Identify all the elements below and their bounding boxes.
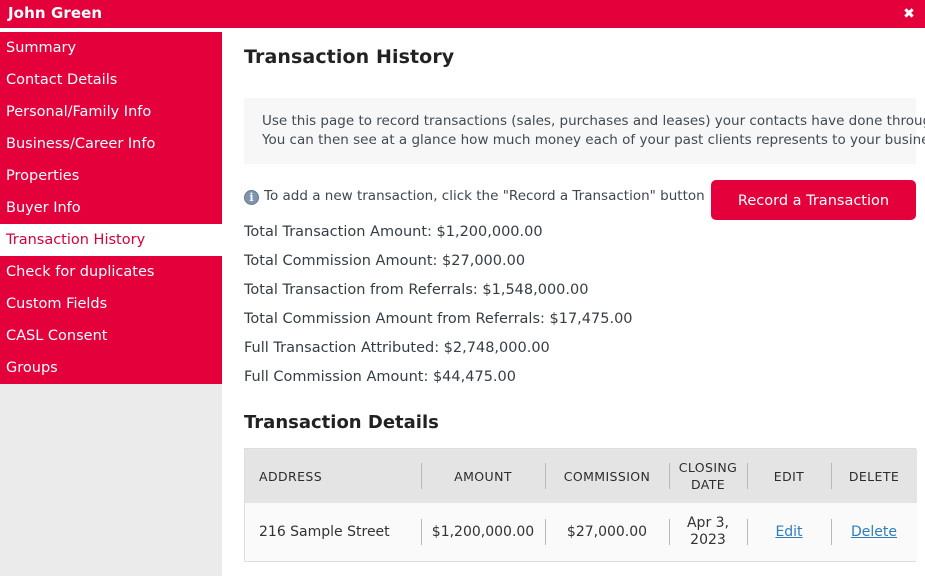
sidebar-item-transaction-history[interactable]: Transaction History — [0, 224, 222, 256]
column-divider — [831, 463, 832, 489]
total-transaction-amount: Total Transaction Amount: $1,200,000.00 — [244, 224, 543, 240]
cell-value: $1,200,000.00 — [431, 524, 535, 540]
sidebar-item-label: Buyer Info — [6, 200, 81, 216]
cell-value-line2: 2023 — [690, 532, 726, 548]
column-divider — [747, 463, 748, 489]
column-divider — [421, 519, 422, 545]
transaction-details-table-wrapper: ADDRESS AMOUNT COMMISSION CLOSING DATE E… — [244, 448, 917, 562]
transaction-details-title: Transaction Details — [244, 412, 439, 433]
sidebar-item-label: Properties — [6, 168, 80, 184]
column-header-label-line2: DATE — [690, 477, 726, 492]
full-commission-amount: Full Commission Amount: $44,475.00 — [244, 369, 516, 385]
cell-delete: Delete — [831, 503, 917, 561]
delete-link[interactable]: Delete — [851, 524, 897, 540]
table-body: 216 Sample Street $1,200,000.00 $27,000.… — [245, 503, 917, 561]
sidebar-item-label: Check for duplicates — [6, 264, 155, 280]
column-divider — [545, 519, 546, 545]
info-icon — [244, 190, 259, 205]
sidebar-item-summary[interactable]: Summary — [0, 32, 222, 64]
column-header-delete[interactable]: DELETE — [831, 449, 917, 503]
sidebar-item-label: Summary — [6, 40, 77, 56]
window-titlebar: John Green ✖ — [0, 0, 925, 28]
column-divider — [669, 519, 670, 545]
total-transaction-from-referrals: Total Transaction from Referrals: $1,548… — [244, 282, 589, 298]
totals-list: Total Transaction Amount: $1,200,000.00 … — [244, 218, 884, 392]
column-divider — [669, 463, 670, 489]
column-header-commission[interactable]: COMMISSION — [545, 449, 669, 503]
table-header-row: ADDRESS AMOUNT COMMISSION CLOSING DATE E… — [245, 449, 917, 503]
sidebar-item-groups[interactable]: Groups — [0, 352, 222, 384]
sidebar-item-business-career-info[interactable]: Business/Career Info — [0, 128, 222, 160]
column-header-label: EDIT — [773, 468, 805, 484]
total-commission-amount-from-referrals: Total Commission Amount from Referrals: … — [244, 311, 633, 327]
cell-commission: $27,000.00 — [545, 503, 669, 561]
edit-link[interactable]: Edit — [775, 524, 802, 540]
cell-address: 216 Sample Street — [245, 503, 421, 561]
column-divider — [831, 519, 832, 545]
column-header-label: AMOUNT — [454, 468, 512, 484]
hint-text: To add a new transaction, click the "Rec… — [264, 188, 705, 204]
table-header: ADDRESS AMOUNT COMMISSION CLOSING DATE E… — [245, 449, 917, 503]
sidebar-item-custom-fields[interactable]: Custom Fields — [0, 288, 222, 320]
close-icon[interactable]: ✖ — [899, 5, 919, 23]
table-row: 216 Sample Street $1,200,000.00 $27,000.… — [245, 503, 917, 561]
column-header-label: ADDRESS — [259, 468, 323, 484]
description-line-1: Use this page to record transactions (sa… — [262, 113, 925, 129]
cell-value: $27,000.00 — [566, 524, 648, 540]
sidebar-item-label: Groups — [6, 360, 58, 376]
cell-edit: Edit — [747, 503, 831, 561]
sidebar-nav: Summary Contact Details Personal/Family … — [0, 32, 222, 576]
column-header-label-line1: CLOSING — [678, 460, 738, 475]
column-header-edit[interactable]: EDIT — [747, 449, 831, 503]
sidebar-item-label: Personal/Family Info — [6, 104, 152, 120]
full-transaction-attributed: Full Transaction Attributed: $2,748,000.… — [244, 340, 550, 356]
description-panel: Use this page to record transactions (sa… — [244, 98, 925, 164]
sidebar-item-personal-family-info[interactable]: Personal/Family Info — [0, 96, 222, 128]
column-header-label: COMMISSION — [563, 468, 651, 484]
column-divider — [545, 463, 546, 489]
sidebar-item-check-for-duplicates[interactable]: Check for duplicates — [0, 256, 222, 288]
record-a-transaction-button[interactable]: Record a Transaction — [711, 180, 916, 220]
cell-value: 216 Sample Street — [259, 524, 390, 540]
column-divider — [421, 463, 422, 489]
column-header-amount[interactable]: AMOUNT — [421, 449, 545, 503]
sidebar-item-contact-details[interactable]: Contact Details — [0, 64, 222, 96]
sidebar-item-label: Contact Details — [6, 72, 118, 88]
cell-amount: $1,200,000.00 — [421, 503, 545, 561]
column-divider — [747, 519, 748, 545]
cell-value-line1: Apr 3, — [686, 515, 730, 531]
sidebar-item-label: Transaction History — [6, 232, 146, 248]
sidebar-item-buyer-info[interactable]: Buyer Info — [0, 192, 222, 224]
sidebar-item-label: Business/Career Info — [6, 136, 156, 152]
cell-closing-date: Apr 3, 2023 — [669, 503, 747, 561]
sidebar-item-casl-consent[interactable]: CASL Consent — [0, 320, 222, 352]
main-content: Transaction History Use this page to rec… — [228, 28, 925, 576]
column-header-closing-date[interactable]: CLOSING DATE — [669, 449, 747, 503]
page-title: Transaction History — [244, 46, 455, 68]
contact-name-title: John Green — [8, 4, 103, 22]
sidebar-item-properties[interactable]: Properties — [0, 160, 222, 192]
total-commission-amount: Total Commission Amount: $27,000.00 — [244, 253, 526, 269]
sidebar-item-label: CASL Consent — [6, 328, 108, 344]
transaction-details-table: ADDRESS AMOUNT COMMISSION CLOSING DATE E… — [245, 449, 917, 561]
sidebar-item-label: Custom Fields — [6, 296, 108, 312]
column-header-address[interactable]: ADDRESS — [245, 449, 421, 503]
description-line-2: You can then see at a glance how much mo… — [262, 132, 925, 148]
column-header-label: DELETE — [848, 468, 900, 484]
